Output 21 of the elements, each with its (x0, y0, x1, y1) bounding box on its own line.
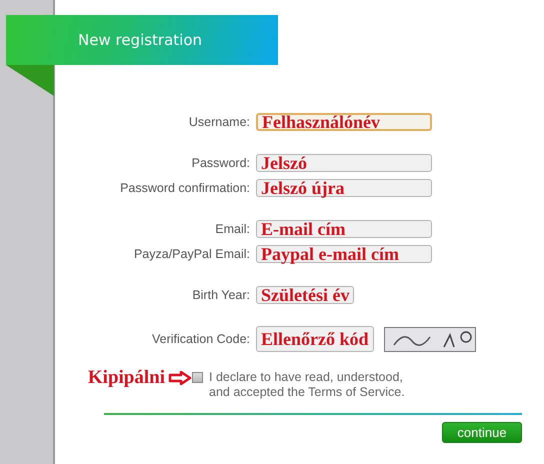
input-field[interactable]: Születési év (256, 286, 354, 304)
annotation-text: Kipipálni (88, 367, 165, 389)
page-title-banner: New registration (6, 15, 278, 65)
continue-button[interactable]: continue (442, 422, 522, 443)
field-label: Password: (190, 156, 250, 170)
input-field[interactable]: Paypal e-mail cím (256, 245, 432, 263)
field-label: Password confirmation: (119, 181, 250, 195)
field-label: Birth Year: (191, 288, 250, 302)
terms-checkbox[interactable] (192, 372, 203, 383)
terms-text: I declare to have read, understood, and accepted the Terms of Service. (209, 370, 405, 400)
input-field[interactable]: Jelszó újra (256, 179, 432, 197)
arrow-icon (168, 371, 192, 385)
field-label: Username: (188, 115, 250, 129)
field-label: Verification Code: (151, 332, 250, 346)
input-field[interactable]: E-mail cím (256, 220, 432, 238)
field-label: Email: (214, 222, 250, 236)
input-field[interactable]: Jelszó (256, 154, 432, 172)
input-field[interactable]: Ellenőrző kód (256, 326, 374, 352)
ribbon-fold (6, 65, 54, 96)
field-label: Payza/PayPal Email: (132, 247, 250, 261)
input-field[interactable]: Felhasználónév (256, 113, 432, 131)
